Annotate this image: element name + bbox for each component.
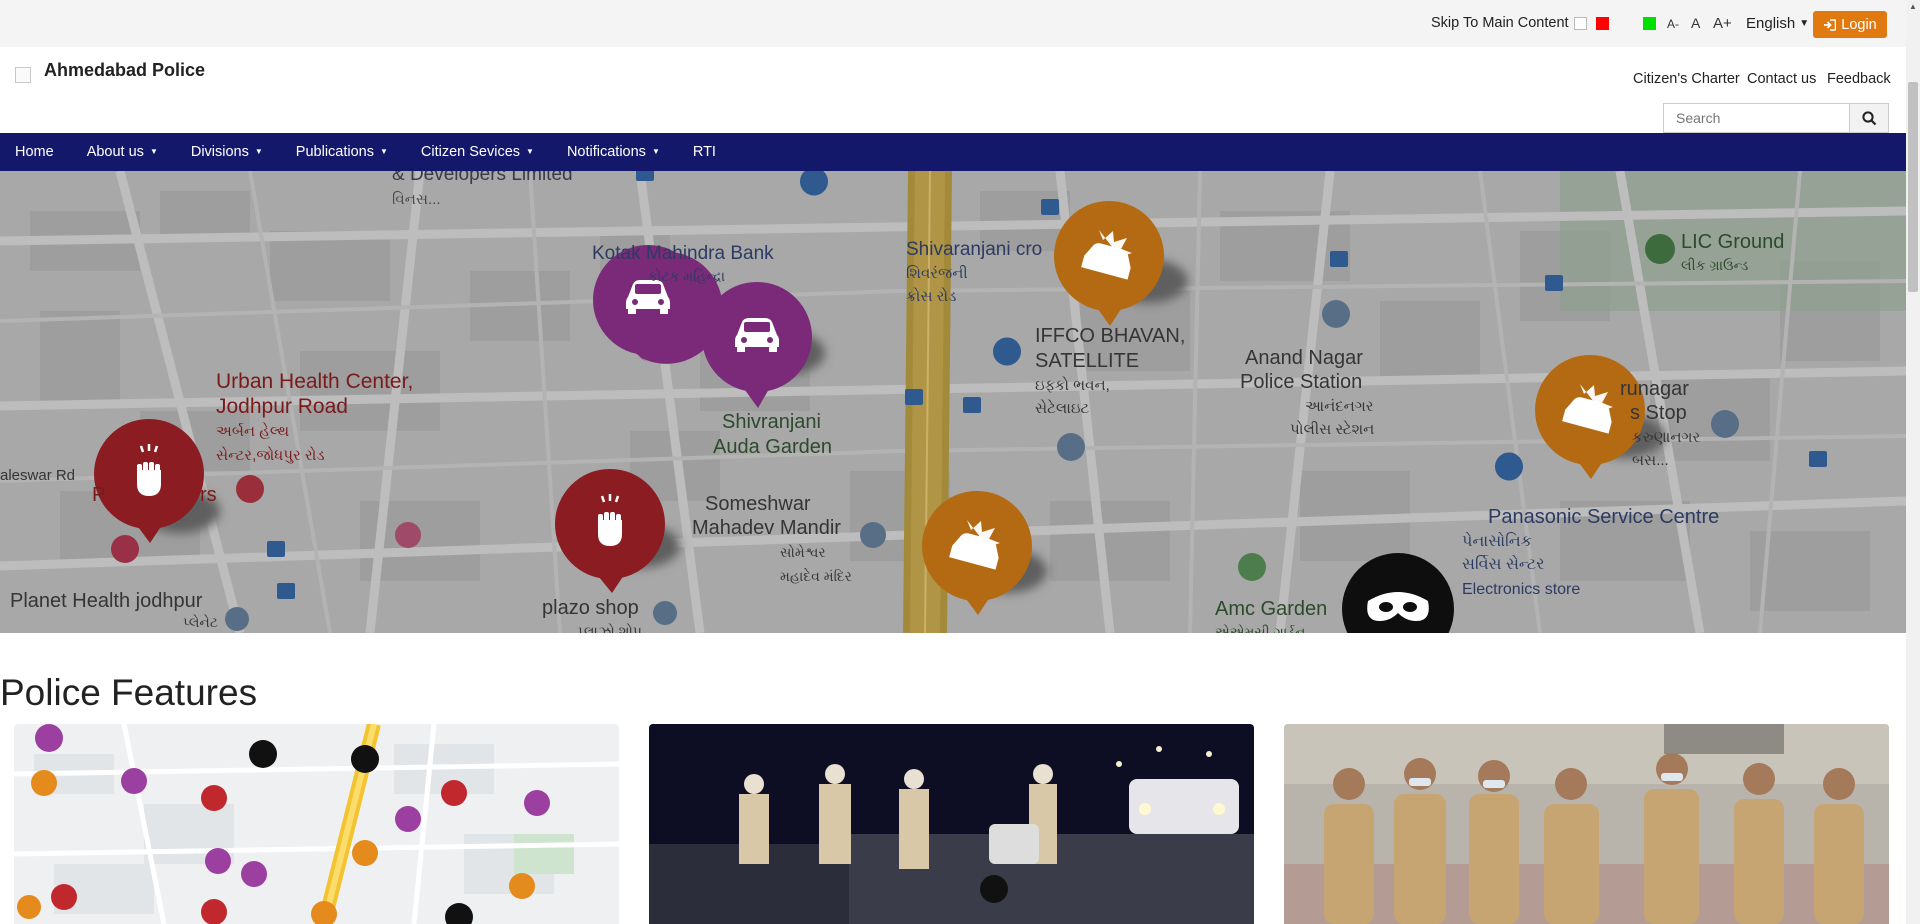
nav-notifications[interactable]: Notifications ▼ bbox=[567, 144, 660, 160]
citizens-charter-link[interactable]: Citizen's Charter bbox=[1633, 71, 1740, 87]
map-label-someshwar-gu1: સોમેશ્વર bbox=[780, 544, 826, 560]
top-utility-bar: Skip To Main Content A- A A+ English ▼ Lo… bbox=[0, 0, 1906, 47]
caret-down-icon: ▼ bbox=[254, 147, 263, 156]
theme-red-swatch[interactable] bbox=[1596, 17, 1609, 30]
sign-in-icon bbox=[1824, 18, 1837, 31]
map-label-panasonic: Panasonic Service Centre bbox=[1488, 506, 1719, 528]
font-normal-button[interactable]: A bbox=[1691, 15, 1700, 31]
nav-label: Divisions bbox=[190, 144, 249, 160]
map-label-p: P bbox=[92, 484, 105, 506]
nav-label: Citizen Sevices bbox=[420, 144, 521, 160]
nav-label: About us bbox=[86, 144, 144, 160]
section-title: Police Features bbox=[0, 672, 258, 713]
map-label-planet-health: Planet Health jodhpur bbox=[10, 590, 203, 612]
language-label: English bbox=[1746, 15, 1796, 32]
search-icon bbox=[1861, 110, 1876, 125]
nav-citizen-services[interactable]: Citizen Sevices ▼ bbox=[421, 144, 534, 160]
chevron-down-icon: ▼ bbox=[1799, 18, 1810, 29]
map-label-plazo-gu: પ્લાઝો શોપ bbox=[578, 623, 642, 633]
map-label-someshwar-2: Mahadev Mandir bbox=[692, 517, 841, 539]
map-label-plazo: plazo shop bbox=[542, 597, 639, 619]
feature-card-night-checking[interactable] bbox=[649, 724, 1254, 924]
skip-to-main-content-link[interactable]: Skip To Main Content bbox=[1431, 15, 1569, 31]
scroll-up-arrow-icon[interactable]: ▲ bbox=[1908, 2, 1918, 12]
map-label-iffco-gu2: સેટેલાઇટ bbox=[1035, 399, 1090, 417]
caret-down-icon: ▼ bbox=[651, 147, 660, 156]
login-label: Login bbox=[1841, 16, 1877, 33]
crime-map-image bbox=[14, 724, 619, 924]
map-label-anand-1: Anand Nagar bbox=[1245, 347, 1363, 369]
caret-down-icon: ▼ bbox=[379, 147, 388, 156]
map-label-kotak: Kotak Mahindra Bank bbox=[592, 243, 774, 264]
site-name[interactable]: Ahmedabad Police bbox=[44, 60, 205, 81]
map-label-developers-gu: વિનસ... bbox=[392, 191, 441, 208]
theme-green-swatch[interactable] bbox=[1643, 17, 1656, 30]
map-label-anand-2: Police Station bbox=[1240, 371, 1362, 393]
font-decrease-button[interactable]: A- bbox=[1667, 17, 1679, 31]
map-label-shivaranjani-cross: Shivaranjani cro bbox=[906, 239, 1042, 260]
map-label-someshwar-gu2: મહાદેવ મંદિર bbox=[780, 567, 852, 584]
map-label-shivranjani-garden-1: Shivranjani bbox=[722, 411, 821, 433]
nav-divisions[interactable]: Divisions ▼ bbox=[191, 144, 263, 160]
map-label-panasonic-3: Electronics store bbox=[1462, 581, 1580, 598]
nav-rti[interactable]: RTI bbox=[693, 144, 716, 160]
theme-white-swatch[interactable] bbox=[1574, 17, 1587, 30]
font-increase-button[interactable]: A+ bbox=[1713, 15, 1732, 32]
map-label-busstop-1: runagar bbox=[1620, 378, 1689, 400]
map-label-busstop-gu2: બસ... bbox=[1632, 452, 1669, 469]
map-label-busstop-2: s Stop bbox=[1630, 402, 1687, 424]
nav-label: Publications bbox=[295, 144, 374, 160]
map-label-iffco-2: SATELLITE bbox=[1035, 350, 1139, 372]
map-label-urban-health-1: Urban Health Center, bbox=[216, 370, 413, 393]
night-checking-image bbox=[649, 724, 1254, 924]
nav-label: Notifications bbox=[566, 144, 646, 160]
map-label-iffco-gu1: ઇફ્કો ભવન, bbox=[1035, 376, 1110, 394]
nav-home[interactable]: Home bbox=[15, 144, 54, 160]
map-label-amc-garden-gu: એએમસી ગાર્ડન bbox=[1215, 624, 1305, 633]
map-label-iffco-1: IFFCO BHAVAN, bbox=[1035, 325, 1185, 347]
map-label-amc-garden: Amc Garden bbox=[1215, 598, 1327, 620]
map-label-rs: rs bbox=[200, 484, 217, 506]
main-navigation: Home About us ▼ Divisions ▼ Publications ▼ … bbox=[0, 133, 1906, 171]
map-label-urban-health-gu2: સેન્ટર,જોધપુર રોડ bbox=[216, 446, 325, 464]
map-label-paleswar: aleswar Rd bbox=[0, 467, 75, 484]
contact-us-link[interactable]: Contact us bbox=[1747, 71, 1816, 87]
map-label-shivaranjani-cross-gu2: ક્રોસ રોડ bbox=[906, 287, 956, 305]
map-label-lic: LIC Ground bbox=[1681, 231, 1784, 253]
caret-down-icon: ▼ bbox=[526, 147, 534, 156]
map-label-planet-health-gu: પ્લેનેટ bbox=[183, 614, 218, 630]
map-label-urban-health-2: Jodhpur Road bbox=[216, 395, 348, 418]
map-label-someshwar-1: Someshwar bbox=[705, 493, 811, 515]
map-label-shivaranjani-cross-gu: શિવરંજની bbox=[906, 265, 968, 282]
hero-map-banner: & Developers Limited વિનસ... Kotak Mahin… bbox=[0, 171, 1906, 633]
map-label-anand-gu1: આનંદનગર bbox=[1305, 398, 1374, 415]
map-label-anand-gu2: પોલીસ સ્ટેશન bbox=[1290, 420, 1374, 438]
site-logo[interactable] bbox=[15, 67, 31, 83]
search-input[interactable] bbox=[1663, 103, 1849, 133]
login-button[interactable]: Login bbox=[1813, 11, 1887, 38]
map-label-kotak-gu: કોટક મહિન્દ્રા bbox=[648, 268, 725, 284]
map-label-lic-gu: લીક ગ્રાઉન્ડ bbox=[1681, 257, 1749, 273]
feedback-link[interactable]: Feedback bbox=[1827, 71, 1891, 87]
map-label-panasonic-gu2: સર્વિસ સેન્ટર bbox=[1462, 554, 1545, 573]
map-label-urban-health-gu1: અર્બન હેલ્થ bbox=[216, 422, 289, 440]
map-label-shivranjani-garden-2: Auda Garden bbox=[713, 436, 832, 458]
nav-publications[interactable]: Publications ▼ bbox=[296, 144, 388, 160]
nav-about-us[interactable]: About us ▼ bbox=[87, 144, 158, 160]
caret-down-icon: ▼ bbox=[149, 147, 158, 156]
feature-card-crime-map[interactable] bbox=[14, 724, 619, 924]
feature-card-police-officers[interactable] bbox=[1284, 724, 1889, 924]
scrollbar-thumb[interactable] bbox=[1908, 82, 1918, 292]
map-label-busstop-gu1: કરુણાનગર bbox=[1632, 429, 1700, 446]
map-label-panasonic-gu1: પેનાસોનિક bbox=[1462, 531, 1532, 550]
police-officers-image bbox=[1284, 724, 1889, 924]
language-dropdown[interactable]: English ▼ bbox=[1746, 15, 1809, 32]
search-button[interactable] bbox=[1849, 103, 1889, 133]
map-label-developers: & Developers Limited bbox=[392, 171, 573, 185]
